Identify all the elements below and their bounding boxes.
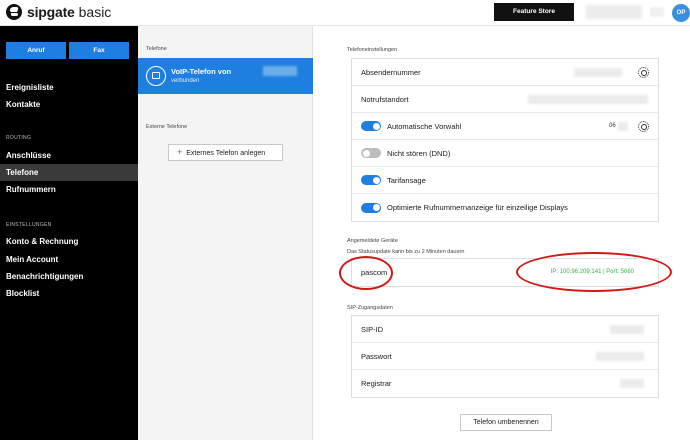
external-phones-title: Externe Telefone (146, 124, 188, 130)
gear-icon[interactable] (638, 121, 649, 132)
devices-subtitle: Das Statusupdate kann bis zu 2 Minuten d… (347, 249, 465, 255)
notrufstandort-value-redacted (528, 95, 648, 104)
dnd-row: Nicht stören (DND) (352, 140, 658, 167)
password-label: Passwort (361, 351, 392, 361)
tarifansage-row: Tarifansage (352, 167, 658, 194)
phone-settings: Telefoneinstellungen Absendernummer Notr… (314, 26, 690, 440)
user-extra-redacted (650, 7, 664, 17)
absendernummer-label: Absendernummer (361, 67, 421, 77)
registrar-value-redacted (620, 379, 644, 388)
sidebar-item-telefone[interactable]: Telefone (0, 164, 138, 181)
notrufstandort-label: Notrufstandort (361, 94, 409, 104)
brand-suffix: basic (78, 4, 112, 20)
dnd-label: Nicht stören (DND) (387, 148, 451, 158)
sipgate-logo-icon (6, 4, 22, 20)
annotation-circle-device (339, 256, 393, 290)
sip-title: SIP-Zugangsdaten (347, 305, 393, 311)
vorwahl-toggle[interactable] (361, 121, 381, 131)
phone-name: VoIP-Telefon von (171, 67, 232, 76)
phone-owner-redacted (263, 66, 297, 76)
vorwahl-row: Automatische Vorwahl 06 (352, 113, 658, 140)
sidebar: Anruf Fax Ereignisliste Kontakte ROUTING… (0, 26, 138, 440)
sidebar-item-ereignisliste[interactable]: Ereignisliste (0, 79, 138, 96)
dnd-toggle[interactable] (361, 148, 381, 158)
password-value-redacted (596, 352, 644, 361)
tarifansage-toggle[interactable] (361, 175, 381, 185)
settings-card: Absendernummer Notrufstandort Automatisc… (351, 58, 659, 222)
brand-name: sipgate (27, 4, 75, 20)
sidebar-section-routing: ROUTING (6, 135, 32, 141)
sip-card: SIP-ID Passwort Registrar (351, 315, 659, 398)
display-toggle[interactable] (361, 202, 381, 213)
phones-title: Telefone (146, 46, 167, 52)
display-label: Optimierte Rufnummernanzeige für einzeil… (387, 203, 568, 212)
devices-title: Angemeldete Geräte (347, 238, 398, 244)
top-bar: sipgate basic Feature Store OP (0, 0, 690, 26)
registrar-label: Registrar (361, 379, 392, 388)
sidebar-section-einstellungen: EINSTELLUNGEN (6, 222, 52, 228)
phones-panel: Telefone VoIP-Telefon von verbunden Exte… (138, 26, 313, 440)
brand[interactable]: sipgate basic (6, 4, 111, 20)
settings-title: Telefoneinstellungen (347, 47, 398, 53)
password-row: Passwort (352, 343, 658, 370)
sidebar-item-anschluesse[interactable]: Anschlüsse (0, 147, 138, 164)
sip-id-label: SIP-ID (361, 324, 384, 334)
absendernummer-value-redacted (574, 68, 622, 77)
phone-list-item[interactable]: VoIP-Telefon von verbunden (138, 58, 313, 94)
notrufstandort-row[interactable]: Notrufstandort (352, 86, 658, 113)
add-external-phone-button[interactable]: + Externes Telefon anlegen (168, 144, 283, 161)
voip-phone-icon (146, 66, 166, 86)
sidebar-item-kontakte[interactable]: Kontakte (0, 96, 138, 113)
gear-icon[interactable] (638, 67, 649, 78)
user-name-redacted (586, 5, 642, 19)
vorwahl-value-redacted (618, 122, 628, 131)
sidebar-item-blocklist[interactable]: Blocklist (0, 285, 138, 302)
sidebar-item-account[interactable]: Mein Account (0, 251, 138, 268)
phone-status: verbunden (171, 78, 200, 84)
feature-store-button[interactable]: Feature Store (494, 3, 574, 21)
rename-phone-button[interactable]: Telefon umbenennen (460, 414, 552, 431)
annotation-circle-ip (516, 252, 672, 292)
add-external-phone-label: Externes Telefon anlegen (186, 150, 266, 157)
vorwahl-value: 06 (609, 123, 616, 129)
registrar-row: Registrar (352, 370, 658, 397)
absendernummer-row[interactable]: Absendernummer (352, 59, 658, 86)
sidebar-item-rufnummern[interactable]: Rufnummern (0, 181, 138, 198)
fax-button[interactable]: Fax (69, 42, 129, 59)
vorwahl-label: Automatische Vorwahl (387, 121, 462, 131)
tarifansage-label: Tarifansage (387, 175, 426, 185)
avatar[interactable]: OP (672, 4, 690, 22)
sidebar-item-benachrichtigungen[interactable]: Benachrichtigungen (0, 268, 138, 285)
plus-icon: + (177, 147, 183, 157)
display-row: Optimierte Rufnummernanzeige für einzeil… (352, 194, 658, 221)
sidebar-item-konto[interactable]: Konto & Rechnung (0, 233, 138, 250)
sip-id-value-redacted (610, 325, 644, 334)
sip-id-row: SIP-ID (352, 316, 658, 343)
call-button[interactable]: Anruf (6, 42, 66, 59)
